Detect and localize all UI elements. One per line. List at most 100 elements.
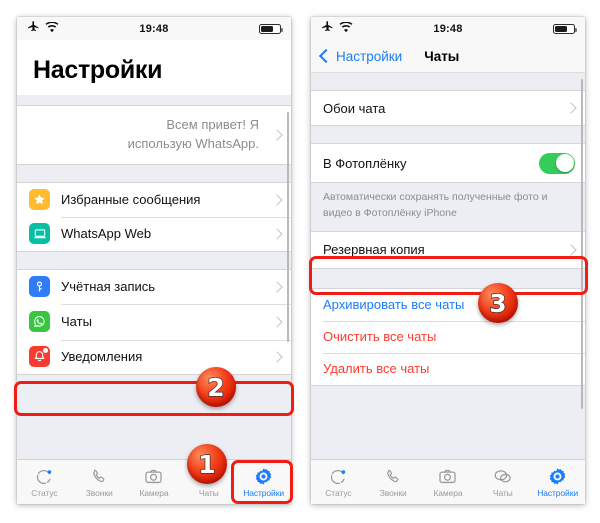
row-notifications[interactable]: Уведомления xyxy=(17,339,291,374)
status-bar-left: 19:48 xyxy=(17,17,291,40)
step-badge-1-number: 1 xyxy=(198,449,217,479)
profile-status-line2: использую WhatsApp. xyxy=(127,135,259,151)
row-label: Избранные сообщения xyxy=(61,192,201,208)
phone-screen-settings: 19:48 Настройки Всем привет! Я использую… xyxy=(17,17,291,504)
phone-screen-chats: 19:48 Настройки Чаты Обои чата В Фотоплё… xyxy=(311,17,585,504)
row-save-to-camera-roll[interactable]: В Фотоплёнку xyxy=(311,144,585,182)
tab-label: Камера xyxy=(433,488,463,498)
gear-icon xyxy=(254,466,273,486)
list-gap xyxy=(17,251,291,269)
phone-icon xyxy=(90,466,108,486)
step-badge-2-number: 2 xyxy=(207,372,226,402)
row-whatsapp-web[interactable]: WhatsApp Web xyxy=(17,216,291,251)
tab-camera[interactable]: Камера xyxy=(127,466,182,498)
list-gap xyxy=(17,95,291,105)
star-icon xyxy=(29,189,50,211)
row-backup[interactable]: Резервная копия xyxy=(311,231,585,268)
tab-label: Звонки xyxy=(379,488,407,498)
list-gap xyxy=(311,126,585,143)
bell-badge-icon xyxy=(29,346,50,368)
group-wallpaper: Обои чата xyxy=(311,90,585,126)
profile-status-text: Всем привет! Я использую WhatsApp. xyxy=(29,116,267,154)
scrollbar-right[interactable] xyxy=(580,79,583,409)
status-ring-icon xyxy=(329,466,347,486)
step-badge-3: 3 xyxy=(478,283,518,323)
tab-chats[interactable]: Чаты xyxy=(475,466,530,498)
tab-camera[interactable]: Камера xyxy=(421,466,476,498)
scrollbar-left[interactable] xyxy=(286,112,289,342)
chevron-right-icon xyxy=(271,228,283,240)
gear-icon xyxy=(548,466,567,486)
row-label: Обои чата xyxy=(323,100,386,116)
chevron-left-icon xyxy=(318,48,334,64)
tab-calls[interactable]: Звонки xyxy=(72,466,127,498)
row-profile-status[interactable]: Всем привет! Я использую WhatsApp. xyxy=(17,106,291,164)
back-button[interactable]: Настройки xyxy=(318,48,403,64)
settings-list: Всем привет! Я использую WhatsApp. Избра… xyxy=(17,95,291,504)
row-label: В Фотоплёнку xyxy=(323,155,407,171)
group-chat-actions: Архивировать все чаты Очистить все чаты … xyxy=(311,287,585,386)
chevron-right-icon xyxy=(271,316,283,328)
action-label: Удалить все чаты xyxy=(323,361,430,376)
status-bar-right-icons xyxy=(553,23,577,34)
step-badge-1: 1 xyxy=(187,444,227,484)
chevron-right-icon xyxy=(565,102,577,114)
tab-bar-right: Статус Звонки Камера Чаты Настройки xyxy=(311,459,585,504)
row-chats[interactable]: Чаты xyxy=(17,303,291,340)
row-starred-messages[interactable]: Избранные сообщения xyxy=(17,182,291,217)
key-icon xyxy=(29,276,50,298)
battery-icon xyxy=(259,23,283,34)
back-button-label: Настройки xyxy=(336,48,403,64)
tab-settings[interactable]: Настройки xyxy=(236,466,291,498)
row-archive-all-chats[interactable]: Архивировать все чаты xyxy=(311,288,585,321)
group-account-chats-notifications: Учётная запись Чаты Уведомления xyxy=(17,268,291,375)
row-clear-all-chats[interactable]: Очистить все чаты xyxy=(311,320,585,353)
battery-icon xyxy=(553,23,577,34)
tab-label: Звонки xyxy=(85,488,113,498)
tab-calls[interactable]: Звонки xyxy=(366,466,421,498)
tab-label: Чаты xyxy=(492,488,513,498)
row-delete-all-chats[interactable]: Удалить все чаты xyxy=(311,352,585,385)
tab-status[interactable]: Статус xyxy=(311,466,366,498)
chats-settings-list: Обои чата В Фотоплёнку Автоматически сох… xyxy=(311,73,585,504)
group-backup: Резервная копия xyxy=(311,230,585,269)
list-gap xyxy=(311,268,585,288)
tab-bar-left: Статус Звонки Камера Чаты Настройки xyxy=(17,459,291,504)
chevron-right-icon xyxy=(271,129,283,141)
step-badge-2: 2 xyxy=(196,367,236,407)
row-label: Резервная копия xyxy=(323,242,425,257)
laptop-icon xyxy=(29,223,50,245)
tab-label: Камера xyxy=(139,488,169,498)
camera-roll-toggle[interactable] xyxy=(539,152,575,174)
chevron-right-icon xyxy=(271,281,283,293)
row-label: Чаты xyxy=(61,314,92,330)
tab-settings[interactable]: Настройки xyxy=(530,466,585,498)
screenshot-stage: 19:48 Настройки Всем привет! Я использую… xyxy=(0,0,600,523)
chevron-right-icon xyxy=(565,243,577,256)
camera-icon xyxy=(438,466,457,486)
page-title: Чаты xyxy=(424,48,460,64)
row-account[interactable]: Учётная запись xyxy=(17,269,291,304)
chevron-right-icon xyxy=(271,194,283,206)
nav-bar-left: Настройки xyxy=(17,40,291,95)
whatsapp-icon xyxy=(29,311,50,333)
step-badge-3-number: 3 xyxy=(489,288,508,318)
row-chat-wallpaper[interactable]: Обои чата xyxy=(311,91,585,125)
group-profile: Всем привет! Я использую WhatsApp. xyxy=(17,105,291,165)
chevron-right-icon xyxy=(271,351,283,363)
status-bar-right-icons xyxy=(259,23,283,34)
tab-label: Чаты xyxy=(198,488,219,498)
row-label: Уведомления xyxy=(61,349,143,365)
status-bar-time: 19:48 xyxy=(139,22,169,35)
list-gap xyxy=(311,73,585,90)
nav-bar-right: Настройки Чаты xyxy=(311,40,585,73)
tab-status[interactable]: Статус xyxy=(17,466,72,498)
group-favorites-web: Избранные сообщения WhatsApp Web xyxy=(17,181,291,252)
row-label: Учётная запись xyxy=(61,279,156,295)
phone-icon xyxy=(384,466,402,486)
status-ring-icon xyxy=(35,466,53,486)
tab-label: Статус xyxy=(31,488,58,498)
action-label: Очистить все чаты xyxy=(323,329,437,344)
list-gap xyxy=(17,164,291,182)
row-label: WhatsApp Web xyxy=(61,226,152,242)
